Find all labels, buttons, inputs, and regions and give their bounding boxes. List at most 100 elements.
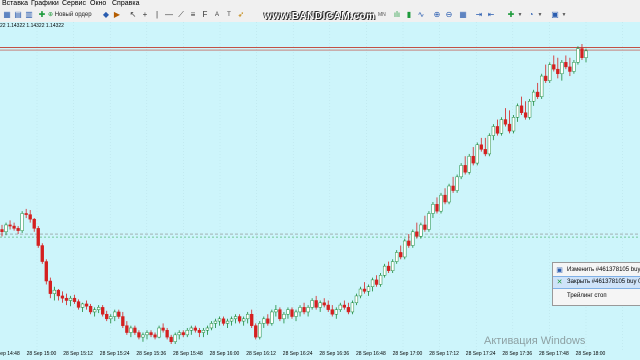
fibonacci-icon[interactable]: F	[200, 10, 210, 20]
candle-body	[515, 105, 520, 118]
candle-body	[552, 64, 556, 70]
candle-body	[254, 325, 258, 338]
candle-body	[145, 332, 149, 336]
candle-body	[483, 149, 487, 155]
menu-tools[interactable]: Сервис	[62, 0, 86, 8]
market-watch-icon[interactable]: ✚	[37, 10, 47, 20]
candle-body	[205, 327, 210, 331]
candle-body	[84, 303, 89, 307]
candle-body	[177, 332, 181, 336]
time-tick-label: 28 Sep 16:48	[356, 351, 386, 357]
navigator-icon[interactable]: ▦	[2, 10, 12, 20]
line-chart-icon[interactable]: ∿	[416, 10, 426, 20]
time-tick-label: 28 Sep 15:24	[99, 351, 130, 357]
candle-body	[229, 318, 234, 322]
cursor-icon[interactable]: ↖	[128, 10, 138, 20]
candle-body	[213, 320, 218, 324]
candle-body	[499, 119, 504, 134]
candle-body	[507, 123, 512, 132]
candle-body	[306, 307, 310, 313]
time-tick-label: 28 Sep 16:24	[282, 351, 313, 357]
toolbar: ▦ ▤ ▥ ✚ ⊕ Новый ордер ◆ ▶ ↖ + | — ⟋ ≡ F …	[0, 8, 640, 23]
candle-body	[584, 50, 588, 58]
chevron-down-icon[interactable]: ▼	[535, 10, 545, 20]
candle-body	[322, 302, 326, 306]
zoom-out-icon[interactable]: ⊖	[444, 10, 454, 20]
timeframe-mn[interactable]: MN	[378, 11, 386, 19]
candle-body	[431, 204, 435, 214]
new-order-button[interactable]: ⊕ Новый ордер	[48, 10, 92, 20]
metaeditor-icon[interactable]: ◆	[101, 10, 111, 20]
candle-body	[334, 309, 338, 315]
candle-body	[403, 240, 407, 258]
close-order-icon: ✕	[556, 279, 563, 286]
modify-order-item[interactable]: ▣ Изменить #461378105 buy 0.	[553, 265, 640, 276]
candle-body	[564, 62, 568, 68]
price-chart[interactable]: 22 1.14322 1.14322 1.14322 28 Sep 14:48 2…	[0, 22, 640, 360]
candle-body	[346, 307, 351, 313]
time-tick-label: 28 Sep 17:48	[539, 351, 569, 357]
candle-body	[560, 62, 564, 75]
chevron-down-icon[interactable]: ▼	[515, 10, 525, 20]
candle-body	[391, 261, 395, 271]
time-tick-label: 28 Sep 14:48	[0, 351, 20, 357]
tile-windows-icon[interactable]: ▦	[458, 10, 468, 20]
candle-body	[189, 327, 193, 331]
candle-body	[105, 313, 109, 320]
trendline-icon[interactable]: ⟋	[176, 10, 186, 20]
zoom-in-icon[interactable]: ⊕	[432, 10, 442, 20]
candle-body	[362, 288, 367, 292]
candle-body	[209, 323, 214, 329]
candle-body	[314, 300, 318, 308]
candle-body	[68, 297, 73, 301]
text-icon[interactable]: A	[212, 10, 222, 20]
menu-charts[interactable]: Графики	[31, 0, 59, 8]
candle-body	[447, 185, 451, 203]
candle-body	[374, 279, 379, 285]
close-order-item[interactable]: ✕ Закрыть #461378105 buy 0.	[553, 276, 640, 289]
candlestick-chart[interactable]	[0, 22, 640, 360]
label-icon[interactable]: T	[224, 10, 234, 20]
candle-body	[221, 318, 226, 324]
arrow-icon[interactable]: ➶	[236, 10, 246, 20]
candle-body	[544, 75, 548, 81]
candle-body	[270, 311, 274, 324]
candle-chart-icon[interactable]: ▮	[404, 10, 414, 20]
candle-body	[8, 224, 12, 227]
horizontal-line-icon[interactable]: —	[164, 10, 174, 20]
autotrading-icon[interactable]: ▶	[112, 10, 122, 20]
chevron-down-icon[interactable]: ▼	[559, 10, 569, 20]
crosshair-icon[interactable]: +	[140, 10, 150, 20]
candle-body	[149, 332, 153, 336]
candle-body	[531, 91, 536, 102]
candle-body	[354, 295, 359, 304]
candle-body	[427, 213, 431, 230]
candle-body	[64, 297, 69, 301]
bar-chart-icon[interactable]: ılı	[392, 10, 402, 20]
channel-icon[interactable]: ≡	[188, 10, 198, 20]
candle-body	[16, 228, 20, 231]
candle-body	[415, 231, 419, 237]
time-tick-label: 28 Sep 15:00	[26, 351, 57, 357]
candle-body	[266, 318, 270, 324]
menu-help[interactable]: Справка	[112, 0, 139, 8]
time-tick-label: 28 Sep 18:00	[575, 351, 606, 357]
candle-body	[181, 332, 185, 336]
candle-body	[137, 332, 141, 338]
menu-bar: Вставка Графики Сервис Окно Справка	[0, 0, 640, 8]
vertical-line-icon[interactable]: |	[152, 10, 162, 20]
tester-icon[interactable]: ▥	[24, 10, 34, 20]
autoscroll-icon[interactable]: ⇤	[486, 10, 496, 20]
candle-body	[125, 325, 129, 333]
bandicam-watermark: www.BANDICAM.com	[264, 11, 376, 22]
chart-shift-icon[interactable]: ⇥	[474, 10, 484, 20]
candle-body	[451, 185, 455, 191]
menu-insert[interactable]: Вставка	[2, 0, 28, 8]
context-menu: ▣ Изменить #461378105 buy 0. ✕ Закрыть #…	[552, 262, 640, 306]
trailing-stop-item[interactable]: Трейлинг стоп	[553, 291, 640, 302]
candle-body	[342, 304, 346, 308]
menu-window[interactable]: Окно	[90, 0, 106, 8]
candle-body	[455, 176, 459, 191]
terminal-icon[interactable]: ▤	[13, 10, 23, 20]
candle-body	[56, 289, 61, 297]
